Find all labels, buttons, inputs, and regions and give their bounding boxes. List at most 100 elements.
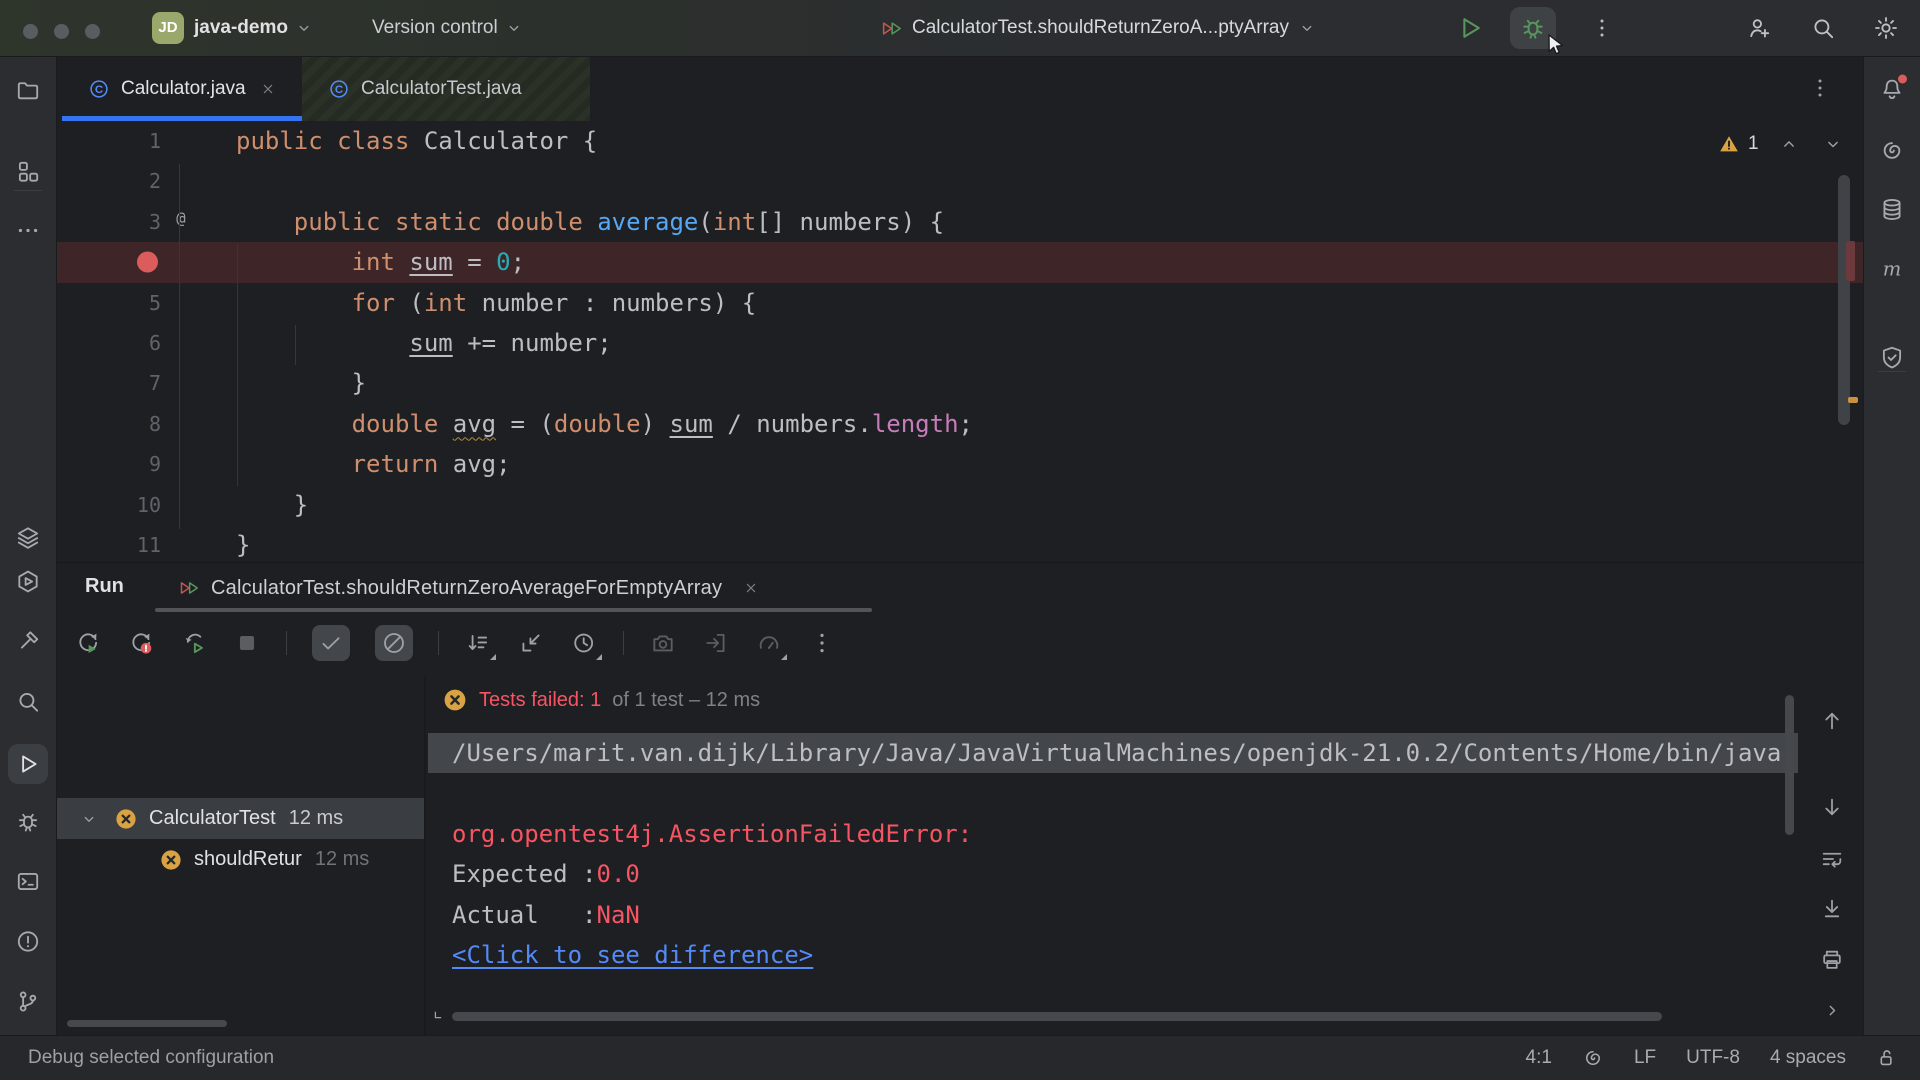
gutter[interactable]: 8	[56, 404, 206, 444]
sidebar-item-terminal[interactable]	[15, 869, 41, 900]
search-everywhere-button[interactable]	[1810, 15, 1836, 41]
gutter[interactable]: 1	[56, 121, 206, 161]
breakpoint-icon[interactable]	[137, 252, 158, 273]
snapshot-button[interactable]	[649, 629, 677, 657]
editor-scrollbar[interactable]	[1838, 175, 1850, 425]
sort-by-duration-button[interactable]	[570, 629, 598, 657]
scroll-up-button[interactable]	[1820, 708, 1845, 738]
code-line-3[interactable]: 3@ public static double average(int[] nu…	[56, 202, 1864, 242]
sidebar-item-version-control[interactable]	[15, 989, 41, 1020]
code-line-11[interactable]: 11}	[56, 525, 1864, 562]
code-line-1[interactable]: 1public class Calculator {	[56, 121, 1864, 161]
code-line-8[interactable]: 8 double avg = (double) sum / numbers.le…	[56, 404, 1864, 444]
sidebar-item-notifications[interactable]	[1879, 77, 1905, 108]
project-avatar[interactable]: JD	[152, 12, 184, 44]
show-ignored-button[interactable]	[375, 625, 413, 661]
gutter[interactable]: 9	[56, 444, 206, 484]
rerun-failed-tests-button[interactable]	[127, 629, 155, 657]
scroll-to-end-button[interactable]	[1820, 896, 1845, 926]
annotation-icon[interactable]: @	[170, 208, 192, 230]
more-actions-button[interactable]	[1590, 16, 1614, 40]
show-passed-button[interactable]	[312, 625, 350, 661]
ai-status-icon[interactable]	[1582, 1047, 1604, 1069]
sidebar-item-problems[interactable]	[15, 929, 41, 960]
status-indent[interactable]: 4 spaces	[1770, 1047, 1846, 1069]
test-tree-row-2[interactable]: shouldRetur12 ms	[56, 839, 424, 880]
code-line-6[interactable]: 6 sum += number;	[56, 323, 1864, 363]
test-tree-row-1[interactable]: CalculatorTest12 ms	[56, 798, 424, 839]
status-line-separator[interactable]: LF	[1634, 1047, 1656, 1069]
code-editor[interactable]: 1public class Calculator {23@ public sta…	[56, 121, 1864, 562]
sidebar-item-services[interactable]	[15, 569, 41, 600]
gutter[interactable]: 6	[56, 323, 206, 363]
sidebar-item-run[interactable]	[8, 744, 48, 784]
sidebar-item-database[interactable]	[1879, 197, 1905, 228]
error-stripe-breakpoint-mark[interactable]	[1846, 241, 1855, 281]
tree-horizontal-scrollbar[interactable]	[67, 1020, 227, 1027]
code-line-5[interactable]: 5 for (int number : numbers) {	[56, 283, 1864, 323]
gutter[interactable]: 10	[56, 485, 206, 525]
code-line-4[interactable]: int sum = 0;	[56, 242, 1864, 282]
sidebar-item-structure[interactable]	[15, 159, 41, 190]
run-configuration-selector[interactable]: CalculatorTest.shouldReturnZeroA...ptyAr…	[880, 12, 1316, 44]
run-tab[interactable]: CalculatorTest.shouldReturnZeroAverageFo…	[178, 569, 759, 607]
gutter[interactable]: 2	[56, 161, 206, 201]
rerun-button[interactable]	[74, 629, 102, 657]
toggle-auto-test-button[interactable]	[180, 629, 208, 657]
code-line-10[interactable]: 10 }	[56, 485, 1864, 525]
tab-options-button[interactable]	[1808, 76, 1832, 100]
see-difference-link[interactable]: <Click to see difference>	[452, 941, 813, 969]
soft-wrap-button[interactable]	[1820, 847, 1845, 877]
editor-tab-1[interactable]: CCalculator.java	[62, 56, 302, 121]
error-stripe-warning-mark[interactable]	[1848, 397, 1858, 403]
run-button[interactable]	[1455, 13, 1485, 43]
test-console[interactable]: Tests failed: 1 of 1 test – 12 ms /Users…	[426, 675, 1800, 1037]
more-options-button[interactable]	[808, 629, 836, 657]
sidebar-item-build[interactable]	[15, 629, 41, 660]
code-line-2[interactable]: 2	[56, 161, 1864, 201]
previous-problem-button[interactable]	[1779, 134, 1799, 154]
gutter[interactable]: 11	[56, 525, 206, 562]
print-button[interactable]	[1820, 947, 1845, 977]
sort-tests-button[interactable]	[464, 629, 492, 657]
gutter[interactable]: 3@	[56, 202, 206, 242]
vcs-widget[interactable]: Version control	[372, 12, 523, 44]
settings-button[interactable]	[1873, 15, 1899, 41]
project-selector[interactable]: java-demo	[194, 12, 313, 44]
profile-button[interactable]	[755, 629, 783, 657]
code-line-7[interactable]: 7 }	[56, 363, 1864, 403]
editor-tab-2[interactable]: CCalculatorTest.java	[302, 56, 590, 121]
sidebar-item-more-tool-windows[interactable]	[15, 218, 41, 249]
window-minimize-button[interactable]	[54, 24, 69, 39]
code-with-me-button[interactable]	[1746, 15, 1772, 41]
sidebar-item-project[interactable]	[15, 78, 41, 109]
sidebar-item-bookmarks[interactable]	[15, 525, 41, 556]
gutter[interactable]: 5	[56, 283, 206, 323]
expand-chevron-icon[interactable]	[80, 810, 98, 828]
collapse-all-button[interactable]	[517, 629, 545, 657]
window-close-button[interactable]	[23, 24, 38, 39]
expand-chevron-icon[interactable]	[426, 1003, 450, 1028]
export-results-button[interactable]	[702, 629, 730, 657]
sidebar-item-find[interactable]	[15, 689, 41, 720]
writable-lock-icon[interactable]	[1876, 1047, 1898, 1069]
sidebar-item-debug[interactable]	[15, 809, 41, 840]
gutter[interactable]: 7	[56, 363, 206, 403]
window-maximize-button[interactable]	[85, 24, 100, 39]
close-icon[interactable]	[260, 81, 276, 97]
sidebar-item-maven[interactable]: m	[1879, 257, 1905, 288]
scroll-down-button[interactable]	[1820, 795, 1845, 825]
console-vertical-scrollbar[interactable]	[1785, 695, 1794, 835]
close-icon[interactable]	[743, 580, 759, 596]
sidebar-item-dependencies[interactable]	[1879, 345, 1905, 376]
inspections-widget[interactable]: 1	[1718, 133, 1843, 155]
gutter[interactable]	[56, 242, 206, 282]
status-caret-position[interactable]: 4:1	[1526, 1047, 1552, 1069]
code-line-9[interactable]: 9 return avg;	[56, 444, 1864, 484]
expand-button[interactable]	[1822, 1001, 1842, 1026]
console-horizontal-scrollbar[interactable]	[452, 1012, 1662, 1021]
next-problem-button[interactable]	[1823, 134, 1843, 154]
sidebar-item-ai-assistant[interactable]	[1879, 138, 1905, 169]
status-encoding[interactable]: UTF-8	[1686, 1047, 1740, 1069]
window-controls[interactable]	[23, 24, 100, 39]
